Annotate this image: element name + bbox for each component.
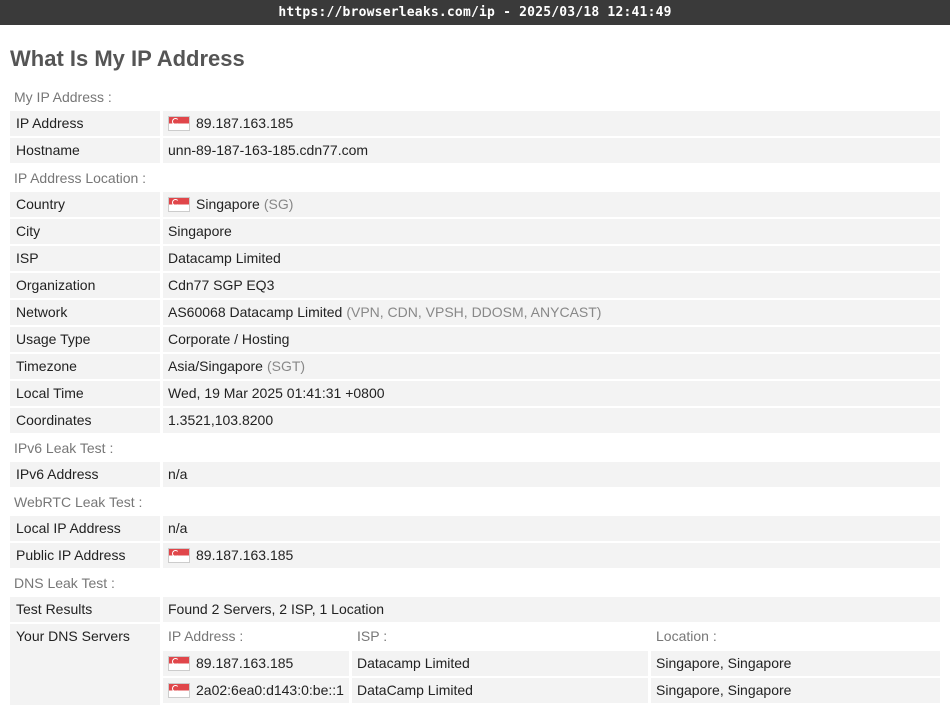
dns-servers-label: Your DNS Servers — [10, 624, 160, 705]
dns-servers-block: Your DNS Servers IP Address : ISP : Loca… — [10, 624, 940, 705]
row-hostname: Hostname unn-89-187-163-185.cdn77.com — [10, 138, 940, 165]
dns-header-ip: IP Address : — [163, 624, 349, 651]
city-label: City — [10, 219, 160, 246]
coordinates-value: 1.3521,103.8200 — [163, 408, 940, 435]
row-timezone: Timezone Asia/Singapore (SGT) — [10, 354, 940, 381]
ipv6-address-label: IPv6 Address — [10, 462, 160, 489]
row-public-ip: Public IP Address 89.187.163.185 — [10, 543, 940, 570]
row-network: Network AS60068 Datacamp Limited (VPN, C… — [10, 300, 940, 327]
local-ip-label: Local IP Address — [10, 516, 160, 543]
section-title-dns: DNS Leak Test : — [14, 575, 115, 591]
singapore-flag-icon — [168, 656, 190, 671]
dns-servers-table: IP Address : ISP : Location : 89.187.163… — [163, 624, 940, 705]
dns-header-isp: ISP : — [352, 624, 648, 651]
country-value: Singapore (SG) — [163, 192, 940, 219]
test-results-label: Test Results — [10, 597, 160, 624]
row-local-ip: Local IP Address n/a — [10, 516, 940, 543]
dns-server-location: Singapore, Singapore — [651, 651, 940, 678]
network-text: AS60068 Datacamp Limited — [168, 304, 343, 320]
section-title-location: IP Address Location : — [14, 170, 147, 186]
section-title-ipv6: IPv6 Leak Test : — [14, 440, 114, 456]
timezone-label: Timezone — [10, 354, 160, 381]
dns-server-row: 2a02:6ea0:d143:0:be::1 DataCamp Limited … — [163, 678, 940, 705]
dns-server-ip-text: 89.187.163.185 — [196, 655, 294, 671]
coordinates-label: Coordinates — [10, 408, 160, 435]
singapore-flag-icon — [168, 116, 190, 131]
hostname-label: Hostname — [10, 138, 160, 165]
timezone-value: Asia/Singapore (SGT) — [163, 354, 940, 381]
singapore-flag-icon — [168, 548, 190, 563]
row-test-results: Test Results Found 2 Servers, 2 ISP, 1 L… — [10, 597, 940, 624]
ipv6-address-value: n/a — [163, 462, 940, 489]
organization-label: Organization — [10, 273, 160, 300]
page-title: What Is My IP Address — [10, 46, 245, 71]
ip-address-label: IP Address — [10, 111, 160, 138]
section-title-webrtc: WebRTC Leak Test : — [14, 494, 143, 510]
city-value: Singapore — [163, 219, 940, 246]
country-label: Country — [10, 192, 160, 219]
row-country: Country Singapore (SG) — [10, 192, 940, 219]
network-label: Network — [10, 300, 160, 327]
hostname-value: unn-89-187-163-185.cdn77.com — [163, 138, 940, 165]
public-ip-label: Public IP Address — [10, 543, 160, 570]
local-time-label: Local Time — [10, 381, 160, 408]
dns-table-header: IP Address : ISP : Location : — [163, 624, 940, 651]
organization-value: Cdn77 SGP EQ3 — [163, 273, 940, 300]
ip-address-text: 89.187.163.185 — [196, 115, 294, 131]
timezone-abbr: (SGT) — [266, 358, 306, 374]
ip-info-panel: My IP Address : IP Address 89.187.163.18… — [10, 84, 940, 705]
dns-server-ip-text: 2a02:6ea0:d143:0:be::1 — [196, 682, 344, 698]
row-local-time: Local Time Wed, 19 Mar 2025 01:41:31 +08… — [10, 381, 940, 408]
section-title-my-ip: My IP Address : — [14, 89, 112, 105]
row-isp: ISP Datacamp Limited — [10, 246, 940, 273]
country-text: Singapore — [196, 196, 260, 212]
country-code: (SG) — [263, 196, 294, 212]
dns-header-location: Location : — [651, 624, 940, 651]
local-time-value: Wed, 19 Mar 2025 01:41:31 +0800 — [163, 381, 940, 408]
dns-server-isp: DataCamp Limited — [352, 678, 648, 705]
isp-label: ISP — [10, 246, 160, 273]
ip-address-value: 89.187.163.185 — [163, 111, 940, 138]
singapore-flag-icon — [168, 197, 190, 212]
row-coordinates: Coordinates 1.3521,103.8200 — [10, 408, 940, 435]
dns-server-isp: Datacamp Limited — [352, 651, 648, 678]
row-ipv6-address: IPv6 Address n/a — [10, 462, 940, 489]
usage-type-label: Usage Type — [10, 327, 160, 354]
dns-server-location: Singapore, Singapore — [651, 678, 940, 705]
dns-server-row: 89.187.163.185 Datacamp Limited Singapor… — [163, 651, 940, 678]
network-tags: (VPN, CDN, VPSH, DDOSM, ANYCAST) — [346, 304, 602, 320]
dns-server-ip: 89.187.163.185 — [163, 651, 349, 678]
row-usage-type: Usage Type Corporate / Hosting — [10, 327, 940, 354]
usage-type-value: Corporate / Hosting — [163, 327, 940, 354]
url-bar: https://browserleaks.com/ip - 2025/03/18… — [0, 0, 950, 25]
row-city: City Singapore — [10, 219, 940, 246]
row-organization: Organization Cdn77 SGP EQ3 — [10, 273, 940, 300]
public-ip-text: 89.187.163.185 — [196, 547, 294, 563]
singapore-flag-icon — [168, 683, 190, 698]
dns-server-ip: 2a02:6ea0:d143:0:be::1 — [163, 678, 349, 705]
row-ip-address: IP Address 89.187.163.185 — [10, 111, 940, 138]
public-ip-value: 89.187.163.185 — [163, 543, 940, 570]
timezone-text: Asia/Singapore — [168, 358, 263, 374]
isp-value: Datacamp Limited — [163, 246, 940, 273]
network-value: AS60068 Datacamp Limited (VPN, CDN, VPSH… — [163, 300, 940, 327]
local-ip-value: n/a — [163, 516, 940, 543]
test-results-value: Found 2 Servers, 2 ISP, 1 Location — [163, 597, 940, 624]
